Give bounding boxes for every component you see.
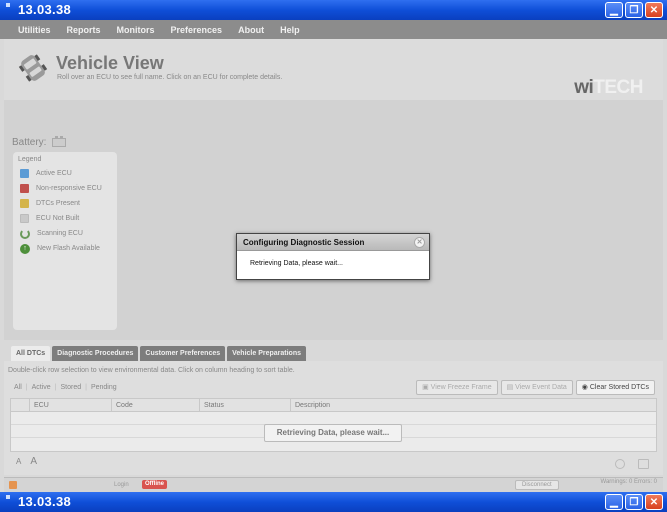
status-bar: Login Offline Disconnect Warnings: 0 Err… — [4, 477, 663, 492]
legend-panel: Legend Active ECU Non-responsive ECU DTC… — [13, 152, 117, 330]
taskbar-app-icon — [6, 495, 10, 499]
page-header: Vehicle View Roll over an ECU to see ful… — [4, 39, 663, 100]
dialog-title: Configuring Diagnostic Session — [243, 238, 365, 247]
menu-reports[interactable]: Reports — [67, 25, 101, 35]
active-ecu-swatch-icon — [20, 169, 29, 178]
filter-active[interactable]: Active — [32, 384, 51, 391]
view-event-data-button[interactable]: ▤ View Event Data — [500, 380, 573, 395]
login-link[interactable]: Login — [114, 482, 129, 488]
table-hint: Double-click row selection to view envir… — [8, 367, 295, 374]
column-status[interactable]: Status — [200, 399, 291, 411]
font-size-controls: A A — [16, 456, 37, 467]
menu-preferences[interactable]: Preferences — [171, 25, 223, 35]
non-responsive-swatch-icon — [20, 184, 29, 193]
clear-stored-dtcs-button[interactable]: ◉ Clear Stored DTCs — [575, 380, 655, 395]
restore-button[interactable]: ❐ — [625, 2, 643, 18]
column-description[interactable]: Description — [291, 399, 656, 411]
disconnect-button[interactable]: Disconnect — [515, 480, 559, 490]
diagnostic-session-dialog: Configuring Diagnostic Session ✕ Retriev… — [236, 233, 430, 280]
legend-item: Non-responsive ECU — [18, 181, 112, 196]
view-freeze-frame-button[interactable]: ▣ View Freeze Frame — [416, 380, 498, 395]
filter-stored[interactable]: Stored — [61, 384, 82, 391]
vehicle-icon — [18, 54, 48, 82]
menu-help[interactable]: Help — [280, 25, 300, 35]
tab-customer-preferences[interactable]: Customer Preferences — [140, 346, 226, 361]
page-subtitle: Roll over an ECU to see full name. Click… — [57, 74, 283, 81]
taskbar-restore-button[interactable]: ❐ — [625, 494, 643, 510]
dialog-header: Configuring Diagnostic Session ✕ — [237, 234, 429, 251]
tab-all-dtcs[interactable]: All DTCs — [11, 346, 51, 361]
warnings-errors-count: Warnings: 0 Errors: 0 — [600, 479, 657, 485]
window-title: 13.03.38 — [18, 2, 72, 17]
taskbar-title: 13.03.38 — [18, 494, 72, 509]
dialog-close-icon[interactable]: ✕ — [414, 237, 425, 248]
battery-status: Battery: — [12, 136, 67, 148]
dtcs-present-swatch-icon — [20, 199, 29, 208]
rss-icon[interactable] — [9, 481, 17, 489]
font-increase-button[interactable]: A — [30, 456, 37, 467]
column-select[interactable] — [11, 399, 30, 411]
table-loading-message: Retrieving Data, please wait... — [264, 424, 402, 442]
filter-all[interactable]: All — [14, 384, 22, 391]
column-ecu[interactable]: ECU — [30, 399, 112, 411]
legend-title: Legend — [18, 156, 42, 163]
taskbar-close-button[interactable]: ✕ — [645, 494, 663, 510]
page-title: Vehicle View — [56, 53, 164, 73]
refresh-icon[interactable] — [615, 459, 625, 469]
table-header: ECU Code Status Description — [11, 399, 656, 412]
dialog-message: Retrieving Data, please wait... — [250, 260, 343, 267]
dtc-toolbar: ▣ View Freeze Frame ▤ View Event Data ◉ … — [416, 380, 655, 395]
battery-label: Battery: — [12, 137, 47, 148]
not-built-swatch-icon — [20, 214, 29, 223]
menu-monitors[interactable]: Monitors — [117, 25, 155, 35]
legend-item: ECU Not Built — [18, 211, 112, 226]
vehicle-view-area: Battery: Legend Active ECU Non-responsiv… — [4, 100, 663, 340]
wiTECH-logo: wiTECH — [574, 77, 643, 98]
minimize-button[interactable]: ▁ — [605, 2, 623, 18]
taskbar-window: 13.03.38 ▁ ❐ ✕ — [0, 492, 667, 512]
column-code[interactable]: Code — [112, 399, 200, 411]
dtc-panel: Double-click row selection to view envir… — [4, 361, 663, 475]
bottom-tabs: All DTCs Diagnostic Procedures Customer … — [11, 346, 306, 361]
offline-badge: Offline — [142, 480, 167, 489]
window-titlebar: 13.03.38 ▁ ❐ ✕ — [0, 0, 667, 20]
legend-item: DTCs Present — [18, 196, 112, 211]
scanning-icon — [20, 228, 30, 239]
tab-vehicle-preparations[interactable]: Vehicle Preparations — [227, 346, 306, 361]
dtc-filters: All | Active | Stored | Pending — [14, 384, 117, 391]
taskbar-minimize-button[interactable]: ▁ — [605, 494, 623, 510]
legend-item: Scanning ECU — [18, 226, 112, 241]
print-icon[interactable] — [638, 459, 649, 469]
menu-bar: Utilities Reports Monitors Preferences A… — [0, 20, 667, 39]
legend-item: ↑ New Flash Available — [18, 241, 112, 256]
app-icon — [6, 3, 10, 7]
font-decrease-button[interactable]: A — [16, 457, 21, 466]
menu-about[interactable]: About — [238, 25, 264, 35]
legend-item: Active ECU — [18, 166, 112, 181]
close-button[interactable]: ✕ — [645, 2, 663, 18]
menu-utilities[interactable]: Utilities — [18, 25, 51, 35]
filter-pending[interactable]: Pending — [91, 384, 117, 391]
flash-icon: ↑ — [20, 243, 30, 254]
battery-icon — [52, 136, 67, 147]
tab-diagnostic-procedures[interactable]: Diagnostic Procedures — [52, 346, 139, 361]
